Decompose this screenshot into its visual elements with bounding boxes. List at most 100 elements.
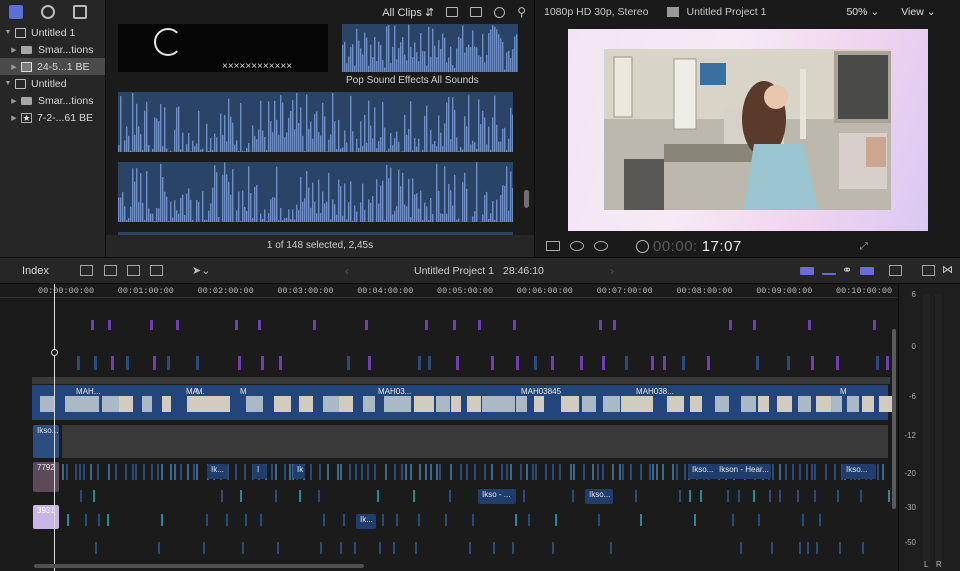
track-fragment[interactable] — [602, 464, 605, 480]
track-fragment[interactable] — [79, 490, 82, 502]
track-fragment[interactable] — [523, 490, 526, 502]
track-fragment[interactable] — [818, 514, 821, 526]
track-fragment[interactable] — [393, 464, 396, 480]
track-fragment[interactable] — [757, 514, 760, 526]
track-fragment[interactable] — [227, 464, 230, 480]
track-fragment[interactable] — [836, 356, 840, 370]
track-fragment[interactable] — [625, 356, 629, 370]
track-fragment[interactable] — [634, 490, 637, 502]
track-fragment[interactable] — [806, 464, 809, 480]
track-fragment[interactable] — [678, 490, 681, 502]
track-fragment[interactable] — [176, 320, 180, 330]
browser-clip-pop-sound[interactable] — [342, 24, 518, 72]
track-fragment[interactable] — [648, 464, 651, 480]
track-fragment[interactable] — [505, 464, 508, 480]
track-fragment[interactable] — [815, 542, 818, 554]
track-fragment[interactable] — [202, 542, 205, 554]
track-fragment[interactable] — [601, 356, 605, 370]
track-fragment[interactable] — [798, 542, 801, 554]
track-fragment[interactable] — [225, 514, 228, 526]
track-fragment[interactable] — [492, 542, 495, 554]
track-fragment[interactable] — [413, 490, 416, 502]
track-fragment[interactable] — [166, 356, 170, 370]
track-fragment[interactable] — [448, 490, 451, 502]
track-fragment[interactable] — [474, 464, 477, 480]
track-fragment[interactable] — [859, 490, 862, 502]
disclosure-open-icon[interactable]: ▼ — [4, 80, 12, 87]
track-fragment[interactable] — [738, 490, 741, 502]
track-fragment[interactable] — [346, 356, 350, 370]
track-fragment[interactable] — [688, 490, 691, 502]
track-fragment[interactable] — [418, 464, 421, 480]
track-fragment[interactable] — [410, 464, 413, 480]
track-fragment[interactable] — [157, 464, 160, 480]
connected-clip-ikso[interactable]: Ikso... — [33, 425, 59, 458]
track-fragment[interactable] — [444, 514, 447, 526]
track-fragment[interactable] — [393, 542, 396, 554]
track-fragment[interactable] — [384, 464, 387, 480]
select-tool-icon[interactable]: ➤⌄ — [192, 264, 210, 277]
track-fragment[interactable] — [96, 464, 99, 480]
track-fragment[interactable] — [582, 464, 585, 480]
track-fragment[interactable] — [424, 320, 428, 330]
track-fragment[interactable] — [400, 464, 403, 480]
track-fragment[interactable] — [439, 464, 442, 480]
play-icon[interactable] — [636, 239, 649, 253]
library-item-untitled-1[interactable]: ▼ Untitled 1 — [0, 24, 105, 41]
track-fragment[interactable] — [143, 464, 146, 480]
track-fragment[interactable] — [533, 356, 537, 370]
track-fragment[interactable] — [323, 514, 326, 526]
libraries-icon[interactable] — [9, 5, 23, 19]
track-fragment[interactable] — [552, 464, 555, 480]
track-fragment[interactable] — [778, 490, 781, 502]
track-fragment[interactable] — [769, 490, 771, 502]
track-fragment[interactable] — [528, 514, 531, 526]
track-fragment[interactable] — [396, 514, 399, 526]
track-fragment[interactable] — [435, 464, 438, 480]
track-fragment[interactable] — [67, 514, 69, 526]
connected-gray-clip[interactable] — [62, 425, 888, 458]
disclosure-open-icon[interactable]: ▼ — [4, 29, 12, 36]
zoom-dropdown[interactable]: 50% ⌄ — [846, 6, 879, 18]
track-fragment[interactable] — [511, 542, 514, 554]
library-item-smart-collections-2[interactable]: ▶ Smar...tions — [0, 92, 105, 109]
track-fragment[interactable] — [75, 464, 78, 480]
nav-forward-icon[interactable]: › — [610, 264, 614, 278]
track-fragment[interactable] — [114, 464, 117, 480]
connected-audio-clip[interactable]: Ik... — [207, 464, 227, 479]
track-fragment[interactable] — [275, 490, 278, 502]
track-fragment[interactable] — [368, 356, 372, 370]
track-fragment[interactable] — [418, 356, 422, 370]
track-fragment[interactable] — [756, 356, 760, 370]
track-fragment[interactable] — [753, 320, 757, 330]
track-fragment[interactable] — [91, 320, 95, 330]
track-fragment[interactable] — [824, 464, 827, 480]
track-fragment[interactable] — [618, 464, 621, 480]
track-fragment[interactable] — [310, 464, 313, 480]
track-fragment[interactable] — [111, 356, 115, 370]
track-fragment[interactable] — [429, 464, 432, 480]
track-fragment[interactable] — [811, 356, 815, 370]
track-fragment[interactable] — [361, 464, 363, 480]
track-fragment[interactable] — [278, 356, 282, 370]
disclosure-closed-icon[interactable]: ▶ — [10, 114, 18, 122]
track-fragment[interactable] — [676, 464, 679, 480]
track-fragment[interactable] — [82, 464, 85, 480]
track-fragment[interactable] — [501, 464, 504, 480]
track-fragment[interactable] — [597, 464, 600, 480]
library-item-untitled[interactable]: ▼ Untitled — [0, 75, 105, 92]
track-fragment[interactable] — [509, 464, 512, 480]
track-fragment[interactable] — [158, 542, 161, 554]
track-fragment[interactable] — [76, 356, 80, 370]
track-fragment[interactable] — [886, 356, 890, 370]
track-fragment[interactable] — [174, 464, 177, 480]
disclosure-closed-icon[interactable]: ▶ — [10, 63, 18, 71]
track-fragment[interactable] — [771, 542, 773, 554]
snapping-icon[interactable] — [860, 267, 874, 275]
track-fragment[interactable] — [234, 320, 238, 330]
connected-clip-7792[interactable]: 7792 — [33, 462, 59, 492]
overwrite-clip-icon[interactable] — [150, 265, 163, 276]
track-fragment[interactable] — [683, 464, 686, 480]
track-fragment[interactable] — [837, 490, 840, 502]
track-fragment[interactable] — [801, 514, 804, 526]
